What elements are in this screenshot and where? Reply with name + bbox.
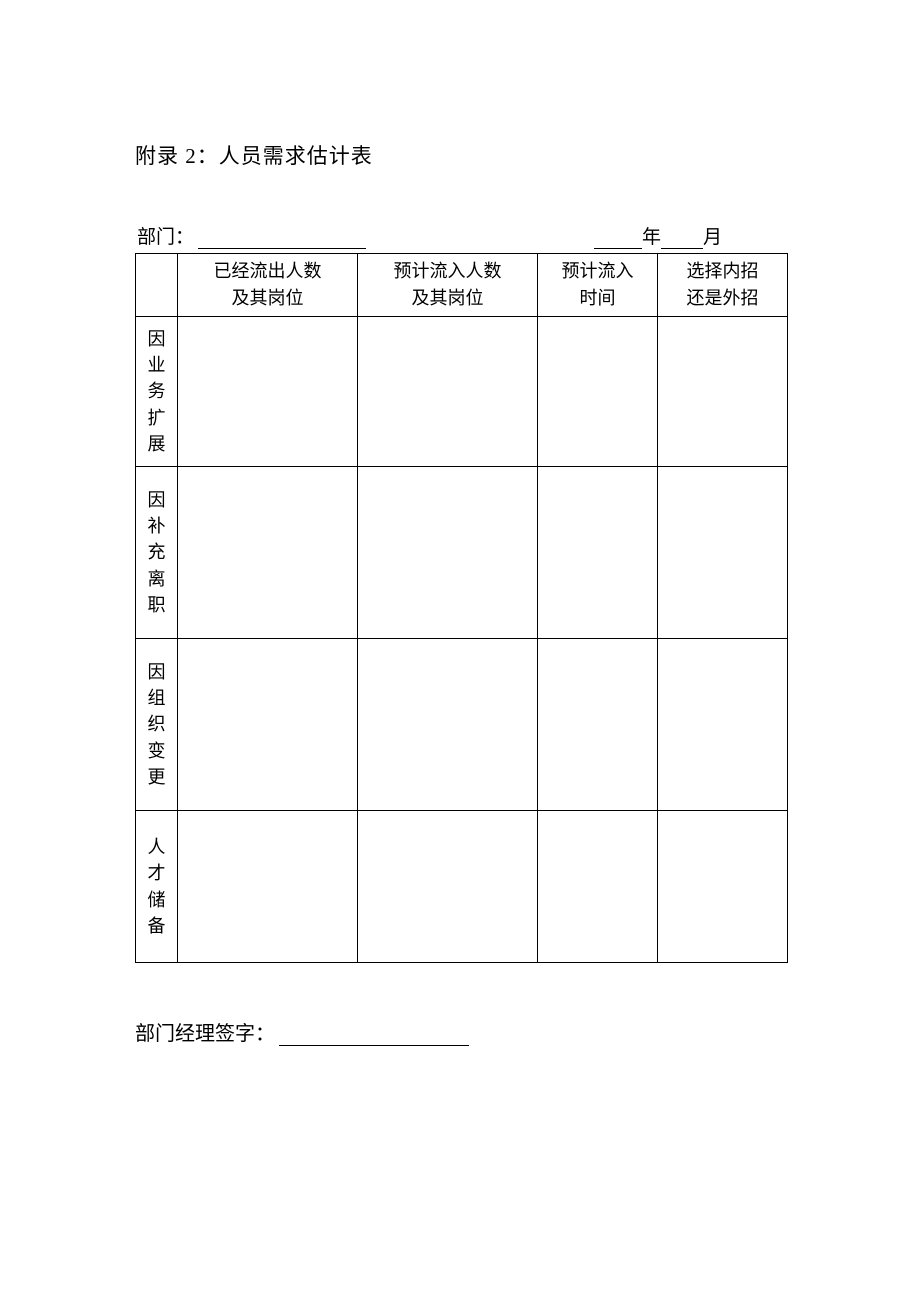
header-col-3-line2: 时间 <box>580 288 616 308</box>
year-blank[interactable] <box>594 231 642 249</box>
cell-r3-c2[interactable] <box>358 639 538 811</box>
row-label-1: 因业务扩展 <box>136 317 178 467</box>
header-col-1-line2: 及其岗位 <box>232 288 304 308</box>
cell-r4-c1[interactable] <box>178 811 358 963</box>
header-col-4-line1: 选择内招 <box>687 261 759 281</box>
row-label-2: 因补充离职 <box>136 467 178 639</box>
signature-line: 部门经理签字： <box>135 1017 790 1046</box>
header-line: 部门： 年 月 <box>135 222 790 249</box>
table-row: 因补充离职 <box>136 467 788 639</box>
header-col-2-line1: 预计流入人数 <box>394 261 502 281</box>
department-label: 部门： <box>137 222 194 249</box>
cell-r3-c1[interactable] <box>178 639 358 811</box>
table-row: 因组织变更 <box>136 639 788 811</box>
signature-label: 部门经理签字： <box>135 1017 275 1046</box>
header-col-2-line2: 及其岗位 <box>412 288 484 308</box>
month-label: 月 <box>703 222 722 249</box>
signature-blank[interactable] <box>279 1028 469 1046</box>
header-col-1: 已经流出人数 及其岗位 <box>178 254 358 317</box>
row-label-1-text: 因业务扩展 <box>148 326 166 456</box>
header-col-4: 选择内招 还是外招 <box>658 254 788 317</box>
month-blank[interactable] <box>661 231 703 249</box>
cell-r1-c4[interactable] <box>658 317 788 467</box>
header-col-3-line1: 预计流入 <box>562 261 634 281</box>
row-label-4-text: 人才储备 <box>148 834 166 938</box>
row-label-2-text: 因补充离职 <box>148 487 166 617</box>
cell-r1-c1[interactable] <box>178 317 358 467</box>
date-section: 年 月 <box>594 222 788 249</box>
department-section: 部门： <box>137 222 366 249</box>
cell-r4-c3[interactable] <box>538 811 658 963</box>
cell-r1-c3[interactable] <box>538 317 658 467</box>
document-title: 附录 2：人员需求估计表 <box>135 140 790 170</box>
row-label-3-text: 因组织变更 <box>148 659 166 789</box>
header-col-3: 预计流入 时间 <box>538 254 658 317</box>
table-row: 人才储备 <box>136 811 788 963</box>
year-label: 年 <box>642 222 661 249</box>
estimate-table: 已经流出人数 及其岗位 预计流入人数 及其岗位 预计流入 时间 选择内招 还是外… <box>135 253 788 963</box>
cell-r1-c2[interactable] <box>358 317 538 467</box>
table-row: 因业务扩展 <box>136 317 788 467</box>
cell-r3-c4[interactable] <box>658 639 788 811</box>
cell-r2-c3[interactable] <box>538 467 658 639</box>
cell-r2-c1[interactable] <box>178 467 358 639</box>
header-col-2: 预计流入人数 及其岗位 <box>358 254 538 317</box>
header-col-4-line2: 还是外招 <box>687 288 759 308</box>
cell-r4-c2[interactable] <box>358 811 538 963</box>
row-label-4: 人才储备 <box>136 811 178 963</box>
header-col-1-line1: 已经流出人数 <box>214 261 322 281</box>
cell-r2-c2[interactable] <box>358 467 538 639</box>
row-label-3: 因组织变更 <box>136 639 178 811</box>
table-header-row: 已经流出人数 及其岗位 预计流入人数 及其岗位 预计流入 时间 选择内招 还是外… <box>136 254 788 317</box>
cell-r2-c4[interactable] <box>658 467 788 639</box>
cell-r4-c4[interactable] <box>658 811 788 963</box>
department-blank[interactable] <box>198 231 366 249</box>
header-blank-cell <box>136 254 178 317</box>
cell-r3-c3[interactable] <box>538 639 658 811</box>
